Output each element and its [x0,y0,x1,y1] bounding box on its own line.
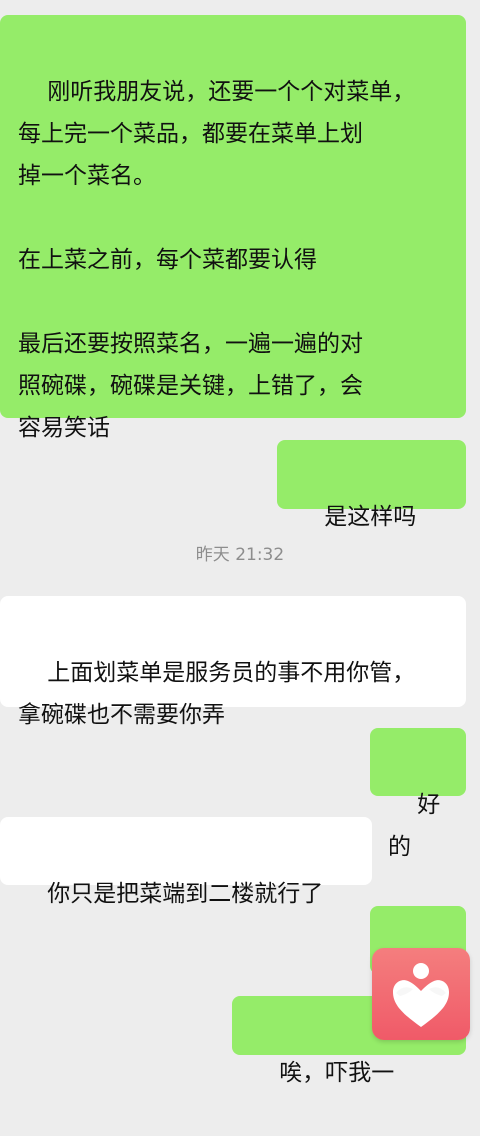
message-text: 好的 [388,792,441,860]
message-bubble-outgoing[interactable]: 刚听我朋友说，还要一个个对菜单， 每上完一个菜品，都要在菜单上划 掉一个菜名。 … [0,15,466,441]
chat-thread: 刚听我朋友说，还要一个个对菜单， 每上完一个菜品，都要在菜单上划 掉一个菜名。 … [0,0,480,1086]
message-bubble-incoming[interactable]: 你只是把菜端到二楼就行了 [0,817,372,907]
message-bubble-outgoing[interactable]: 是这样吗 [277,440,466,651]
message-text: 上面划菜单是服务员的事不用你管， 拿碗碟也不需要你弄 [18,660,416,728]
heart-hand-icon [393,963,449,1027]
floating-app-shortcut[interactable] [372,948,470,1040]
message-text: 你只是把菜端到二楼就行了 [47,881,324,907]
message-text: 刚听我朋友说，还要一个个对菜单， 每上完一个菜品，都要在菜单上划 掉一个菜名。 … [18,79,416,441]
message-timestamp: 昨天 21:32 [195,545,285,565]
message-bubble-incoming[interactable]: 上面划菜单是服务员的事不用你管， 拿碗碟也不需要你弄 [0,596,466,728]
message-bubble-outgoing[interactable]: 好的 [370,728,466,860]
message-text: 是这样吗 [324,504,417,530]
message-text: 唉，吓我一 [279,1060,395,1086]
